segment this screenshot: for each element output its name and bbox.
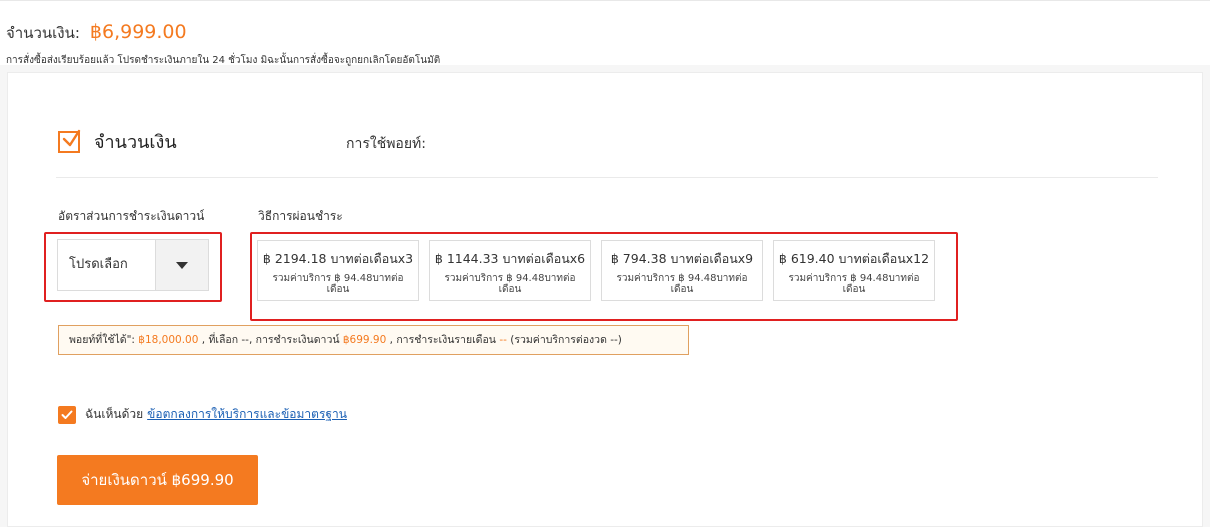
- installment-method-label: วิธีการผ่อนชำระ: [258, 209, 343, 223]
- divider: [56, 177, 1158, 178]
- monthly-payment-label: , การชำระเงินรายเดือน: [389, 334, 496, 346]
- plan-service-fee: รวมค่าบริการ ฿ 94.48บาทต่อเดือน: [788, 273, 920, 295]
- points-available-label: พอยท์ที่ใช้ได้":: [69, 334, 135, 346]
- amount-row: จำนวนเงิน: ฿6,999.00: [6, 21, 187, 45]
- plan-monthly-amount: ฿ 619.40 บาทต่อเดือนx12: [778, 251, 930, 266]
- terms-checkbox[interactable]: [58, 405, 76, 424]
- installment-plan-6[interactable]: ฿ 1144.33 บาทต่อเดือนx6 รวมค่าบริการ ฿ 9…: [429, 240, 591, 301]
- terms-link[interactable]: ข้อตกลงการให้บริการและข้อมาตรฐาน: [147, 405, 347, 424]
- plan-service-fee: รวมค่าบริการ ฿ 94.48บาทต่อเดือน: [616, 273, 748, 295]
- amount-label: จำนวนเงิน:: [6, 24, 80, 42]
- terms-agreement: ฉันเห็นด้วย ข้อตกลงการให้บริการและข้อมาต…: [58, 405, 347, 424]
- payment-deadline-notice: การสั่งซื้อส่งเรียบร้อยแล้ว โปรดชำระเงิน…: [6, 55, 441, 66]
- amount-value: ฿6,999.00: [89, 21, 187, 43]
- pay-down-payment-button[interactable]: จ่ายเงินดาวน์ ฿699.90: [57, 455, 258, 505]
- down-payment-value: ฿699.90: [342, 334, 387, 346]
- points-usage-label: การใช้พอยท์:: [346, 136, 426, 152]
- service-fee-per-period: (รวมค่าบริการต่องวด --): [510, 334, 622, 346]
- plan-service-fee: รวมค่าบริการ ฿ 94.48บาทต่อเดือน: [272, 273, 404, 295]
- terms-agree-text: ฉันเห็นด้วย: [85, 407, 144, 421]
- caret-down-icon: [176, 261, 188, 269]
- selected-and-down-label: , ที่เลือก --, การชำระเงินดาวน์: [201, 334, 340, 346]
- monthly-payment-value: --: [499, 334, 507, 346]
- dropdown-toggle[interactable]: [155, 240, 208, 290]
- down-payment-select-value: โปรดเลือก: [69, 257, 128, 272]
- payment-card: จำนวนเงิน การใช้พอยท์: อัตราส่วนการชำระเ…: [7, 72, 1203, 527]
- payment-summary-bar: พอยท์ที่ใช้ได้": ฿18,000.00 , ที่เลือก -…: [58, 325, 689, 355]
- points-available-value: ฿18,000.00: [138, 334, 199, 346]
- checkmark-icon: [61, 410, 73, 419]
- plan-service-fee: รวมค่าบริการ ฿ 94.48บาทต่อเดือน: [444, 273, 576, 295]
- amount-checkbox[interactable]: [58, 129, 81, 153]
- down-payment-select[interactable]: โปรดเลือก: [57, 239, 209, 291]
- plan-monthly-amount: ฿ 1144.33 บาทต่อเดือนx6: [434, 251, 586, 266]
- order-summary-header: จำนวนเงิน: ฿6,999.00 การสั่งซื้อส่งเรียบ…: [0, 0, 1210, 66]
- installment-plan-12[interactable]: ฿ 619.40 บาทต่อเดือนx12 รวมค่าบริการ ฿ 9…: [773, 240, 935, 301]
- installment-plan-9[interactable]: ฿ 794.38 บาทต่อเดือนx9 รวมค่าบริการ ฿ 94…: [601, 240, 763, 301]
- section-title: จำนวนเงิน: [94, 132, 177, 153]
- amount-section-header: จำนวนเงิน: [58, 127, 177, 156]
- plan-monthly-amount: ฿ 2194.18 บาทต่อเดือนx3: [262, 251, 414, 266]
- checkmark-icon: [62, 129, 81, 146]
- down-payment-ratio-label: อัตราส่วนการชำระเงินดาวน์: [58, 209, 205, 223]
- plan-monthly-amount: ฿ 794.38 บาทต่อเดือนx9: [610, 251, 754, 266]
- installment-plan-3[interactable]: ฿ 2194.18 บาทต่อเดือนx3 รวมค่าบริการ ฿ 9…: [257, 240, 419, 301]
